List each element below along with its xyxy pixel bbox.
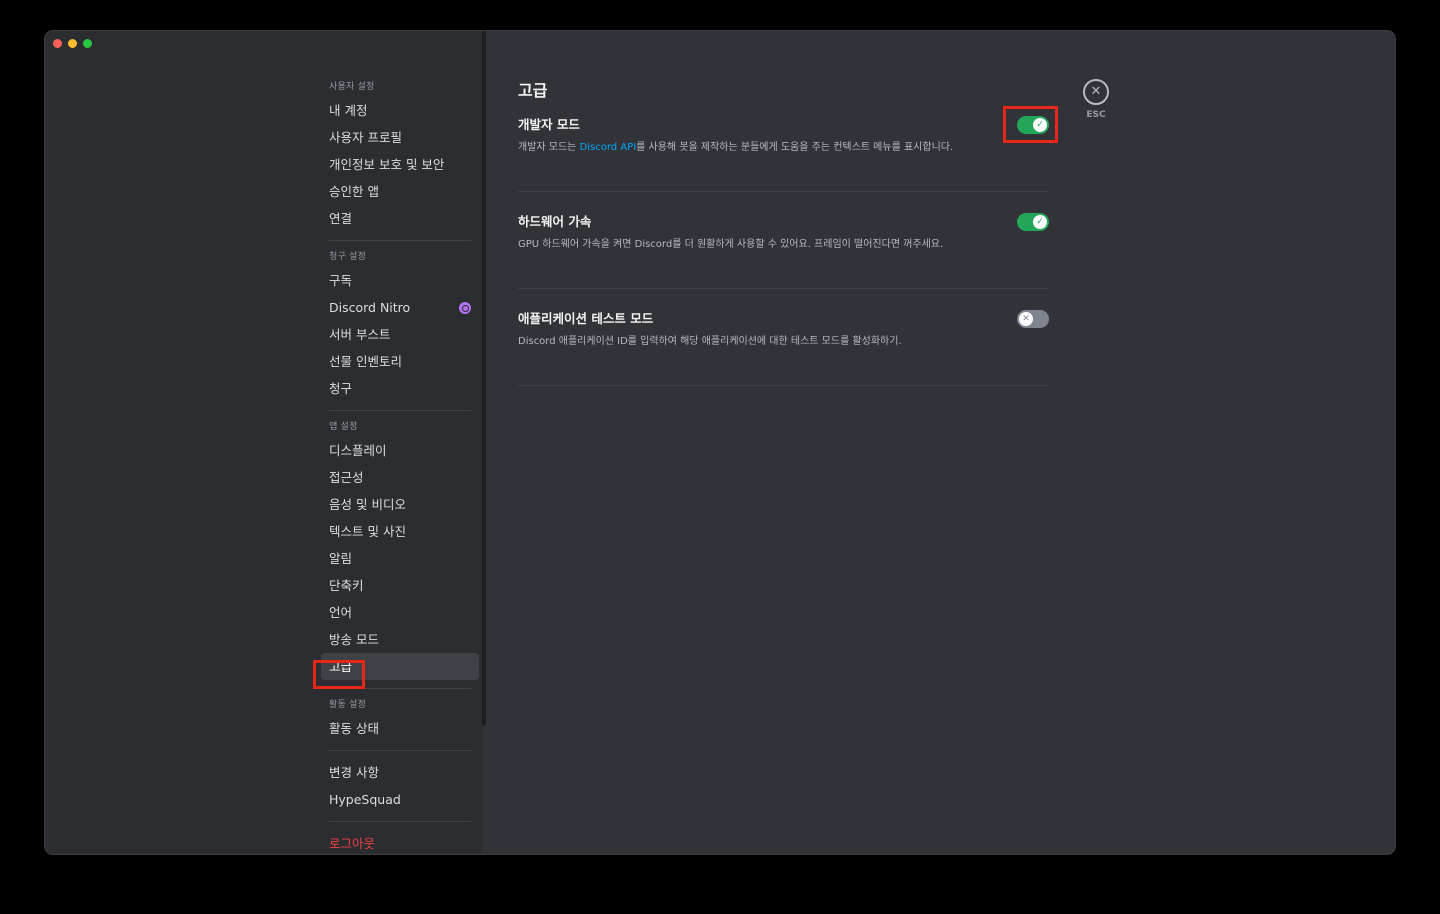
sidebar-item-streamer-mode[interactable]: 방송 모드 [321, 626, 479, 653]
logout-button[interactable]: 로그아웃 [321, 830, 479, 854]
section-header-billing-settings: 청구 설정 [329, 252, 366, 262]
developer-mode-toggle[interactable]: ✓ [1017, 116, 1049, 134]
close-icon[interactable]: ✕ [1083, 79, 1109, 105]
sidebar-item-text-images[interactable]: 텍스트 및 사진 [321, 518, 479, 545]
sidebar-item-keybinds[interactable]: 단축키 [321, 572, 479, 599]
sidebar-item-connections[interactable]: 연결 [321, 205, 479, 232]
divider [329, 750, 471, 751]
sidebar-item-activity-status[interactable]: 활동 상태 [321, 715, 479, 742]
divider [329, 240, 471, 241]
minimize-window-button[interactable] [68, 39, 77, 48]
discord-api-link[interactable]: Discord API [580, 142, 637, 153]
sidebar-item-discord-nitro[interactable]: Discord Nitro [321, 294, 479, 321]
sidebar-item-my-account[interactable]: 내 계정 [321, 97, 479, 124]
setting-developer-mode: 개발자 모드 ✓ 개발자 모드는 Discord API를 사용해 봇을 제작하… [518, 115, 1049, 177]
maximize-window-button[interactable] [83, 39, 92, 48]
setting-title: 개발자 모드 [518, 117, 580, 132]
sidebar-item-server-boost[interactable]: 서버 부스트 [321, 321, 479, 348]
esc-label: ESC [1086, 110, 1106, 120]
settings-sidebar: 사용자 설정 내 계정 사용자 프로필 개인정보 보호 및 보안 승인한 앱 연… [45, 31, 482, 854]
section-header-activity-settings: 활동 설정 [329, 700, 366, 710]
app-window: 사용자 설정 내 계정 사용자 프로필 개인정보 보호 및 보안 승인한 앱 연… [45, 31, 1395, 854]
close-settings[interactable]: ✕ ESC [1081, 79, 1111, 120]
sidebar-item-display[interactable]: 디스플레이 [321, 437, 479, 464]
sidebar-item-notifications[interactable]: 알림 [321, 545, 479, 572]
sidebar-item-subscriptions[interactable]: 구독 [321, 267, 479, 294]
sidebar-item-privacy-safety[interactable]: 개인정보 보호 및 보안 [321, 151, 479, 178]
nitro-icon [459, 302, 471, 314]
advanced-settings-panel: 고급 개발자 모드 ✓ 개발자 모드는 Discord API를 사용해 봇을 … [518, 77, 1049, 386]
sidebar-item-gift-inventory[interactable]: 선물 인벤토리 [321, 348, 479, 375]
section-header-user-settings: 사용자 설정 [329, 82, 375, 92]
sidebar-item-authorized-apps[interactable]: 승인한 앱 [321, 178, 479, 205]
check-icon: ✓ [1033, 215, 1047, 229]
sidebar-item-label: Discord Nitro [329, 300, 411, 315]
desc-text: 를 사용해 봇을 제작하는 분들에게 도움을 주는 컨텍스트 메뉴를 표시합니다… [636, 142, 954, 153]
settings-nav: 사용자 설정 내 계정 사용자 프로필 개인정보 보호 및 보안 승인한 앱 연… [321, 71, 479, 854]
sidebar-item-user-profile[interactable]: 사용자 프로필 [321, 124, 479, 151]
divider [329, 410, 471, 411]
setting-description: Discord 애플리케이션 ID를 입력하여 해당 애플리케이션에 대한 테스… [518, 336, 902, 347]
setting-application-test-mode: 애플리케이션 테스트 모드 ✕ Discord 애플리케이션 ID를 입력하여 … [518, 309, 1049, 371]
setting-title: 애플리케이션 테스트 모드 [518, 311, 654, 326]
sidebar-item-hypesquad[interactable]: HypeSquad [321, 786, 479, 813]
divider [329, 688, 471, 689]
x-icon: ✕ [1019, 312, 1033, 326]
sidebar-item-accessibility[interactable]: 접근성 [321, 464, 479, 491]
page-title: 고급 [518, 81, 548, 100]
sidebar-item-voice-video[interactable]: 음성 및 비디오 [321, 491, 479, 518]
check-icon: ✓ [1033, 118, 1047, 132]
setting-description: 개발자 모드는 Discord API를 사용해 봇을 제작하는 분들에게 도움… [518, 141, 1049, 155]
settings-content: 고급 개발자 모드 ✓ 개발자 모드는 Discord API를 사용해 봇을 … [486, 31, 1395, 854]
window-controls [53, 39, 92, 48]
setting-hardware-acceleration: 하드웨어 가속 ✓ GPU 하드웨어 가속을 켜면 Discord를 더 원활하… [518, 212, 1049, 274]
section-header-app-settings: 앱 설정 [329, 422, 358, 432]
sidebar-item-language[interactable]: 언어 [321, 599, 479, 626]
application-test-mode-toggle[interactable]: ✕ [1017, 310, 1049, 328]
close-window-button[interactable] [53, 39, 62, 48]
sidebar-item-whats-new[interactable]: 변경 사항 [321, 759, 479, 786]
hardware-acceleration-toggle[interactable]: ✓ [1017, 213, 1049, 231]
divider [329, 821, 471, 822]
desc-text: 개발자 모드는 [518, 142, 580, 153]
setting-title: 하드웨어 가속 [518, 214, 592, 229]
sidebar-item-advanced[interactable]: 고급 [321, 653, 479, 680]
sidebar-item-billing[interactable]: 청구 [321, 375, 479, 402]
setting-description: GPU 하드웨어 가속을 켜면 Discord를 더 원활하게 사용할 수 있어… [518, 239, 944, 250]
divider [518, 385, 1049, 386]
